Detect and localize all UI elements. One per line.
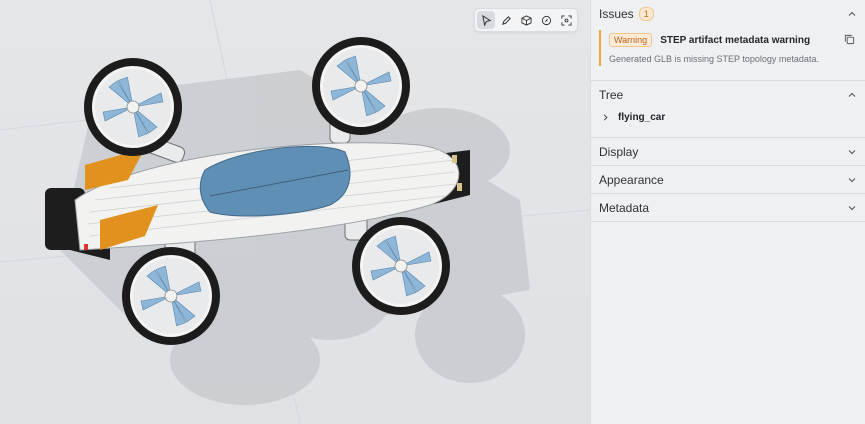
issue-description: Generated GLB is missing STEP topology m… xyxy=(609,54,819,64)
app-root: Issues 1 Warning STEP artifact metadata … xyxy=(0,0,865,424)
appearance-section: Appearance xyxy=(591,166,865,194)
inspector-panel: Issues 1 Warning STEP artifact metadata … xyxy=(590,0,865,424)
metadata-section: Metadata xyxy=(591,194,865,222)
cube-icon xyxy=(520,14,532,26)
chevron-down-icon xyxy=(848,177,856,182)
3d-viewport[interactable] xyxy=(0,0,590,424)
issue-item: Warning STEP artifact metadata warning G… xyxy=(599,30,857,66)
display-section: Display xyxy=(591,138,865,166)
reset-view-tool[interactable] xyxy=(537,11,555,29)
fit-view-tool[interactable] xyxy=(557,11,575,29)
cursor-icon xyxy=(481,14,491,26)
appearance-header[interactable]: Appearance xyxy=(591,166,865,193)
chevron-up-icon xyxy=(848,11,856,16)
warning-tag: Warning xyxy=(609,33,653,47)
annotate-tool[interactable] xyxy=(497,11,515,29)
tree-title: Tree xyxy=(599,87,624,102)
issues-title: Issues xyxy=(599,6,634,21)
select-tool[interactable] xyxy=(477,11,495,29)
issues-count-badge: 1 xyxy=(638,6,654,21)
compass-icon xyxy=(541,15,551,25)
copy-icon[interactable] xyxy=(844,34,855,45)
tree-header[interactable]: Tree xyxy=(591,81,865,108)
issue-title: STEP artifact metadata warning xyxy=(660,34,811,46)
chevron-down-icon xyxy=(848,205,856,210)
issues-header[interactable]: Issues 1 xyxy=(591,0,865,27)
metadata-title: Metadata xyxy=(599,200,650,215)
cube-view-tool[interactable] xyxy=(517,11,535,29)
display-header[interactable]: Display xyxy=(591,138,865,165)
chevron-up-icon xyxy=(848,92,856,97)
focus-icon xyxy=(560,14,572,26)
appearance-title: Appearance xyxy=(599,172,664,187)
model-scene[interactable] xyxy=(0,0,590,424)
tree-section: Tree flying_car xyxy=(591,81,865,138)
issues-section: Issues 1 Warning STEP artifact metadata … xyxy=(591,0,865,81)
tree-node-label: flying_car xyxy=(618,112,666,123)
pen-icon xyxy=(501,15,511,25)
tree-node-root[interactable]: flying_car xyxy=(591,108,865,137)
chevron-right-icon[interactable] xyxy=(601,113,610,122)
display-title: Display xyxy=(599,144,639,159)
issues-list: Warning STEP artifact metadata warning G… xyxy=(591,27,865,80)
metadata-header[interactable]: Metadata xyxy=(591,194,865,221)
chevron-down-icon xyxy=(848,149,856,154)
viewport-toolbar xyxy=(474,8,578,32)
